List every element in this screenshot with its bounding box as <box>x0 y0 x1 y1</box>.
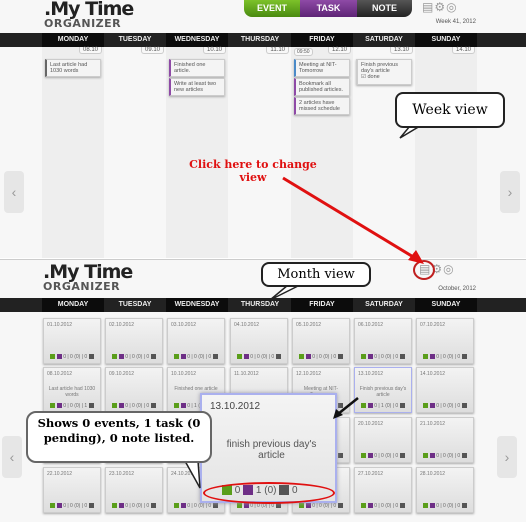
month-callout-tail <box>269 284 301 301</box>
month-view-callout: Month view <box>261 262 371 287</box>
week-view-callout: Week view <box>395 92 505 128</box>
red-arrow-head <box>408 250 424 264</box>
black-arrow <box>337 397 359 415</box>
change-view-annotation: Click here to change view <box>189 158 317 184</box>
popup-callout-tail <box>183 460 201 489</box>
red-arrow <box>282 176 416 260</box>
popup-explain-callout: Shows 0 events, 1 task (0 pending), 0 no… <box>26 411 212 463</box>
